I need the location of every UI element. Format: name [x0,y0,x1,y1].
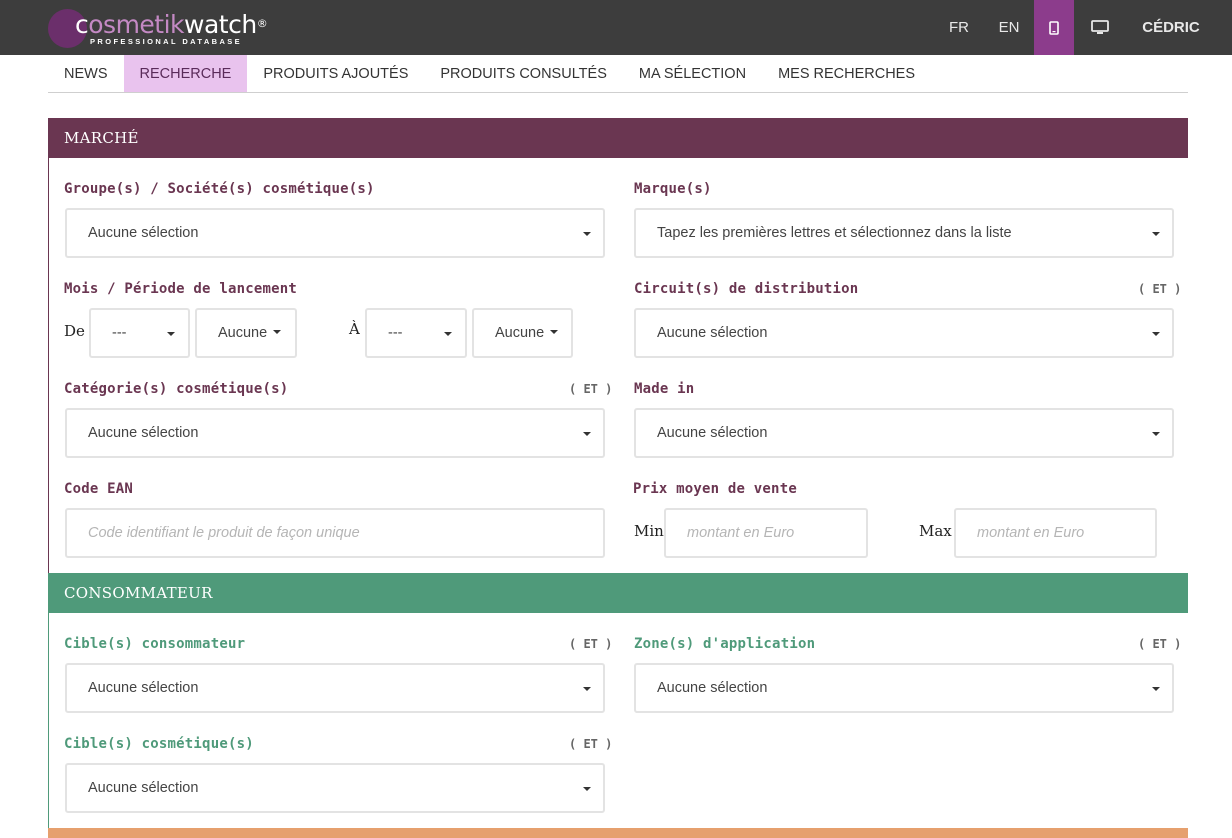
made-in-label: Made in [634,381,695,397]
year-to-value: Aucune [495,325,545,341]
marche-section: MARCHÉ Groupe(s) / Société(s) cosmétique… [48,118,1188,573]
year-from-value: Aucune [218,325,268,341]
month-from-value: --- [112,325,127,341]
cibles-consommateur-select[interactable]: Aucune sélection [65,663,605,713]
month-to-select[interactable]: --- [365,308,467,358]
chevron-down-icon [1152,432,1160,436]
groupes-value: Aucune sélection [88,225,199,241]
zones-application-select[interactable]: Aucune sélection [634,663,1174,713]
consommateur-section: CONSOMMATEUR Cible(s) consommateur ( ET … [48,573,1188,830]
ean-input[interactable]: Code identifiant le produit de façon uni… [65,508,605,558]
zones-application-value: Aucune sélection [657,680,768,696]
chevron-down-icon [167,332,175,336]
logo-tagline: PROFESSIONAL DATABASE [90,37,243,46]
ean-label: Code EAN [64,481,134,497]
made-in-select[interactable]: Aucune sélection [634,408,1174,458]
chevron-down-icon [273,330,281,334]
chevron-down-icon [583,787,591,791]
cibles-cosmetiques-et-note: ( ET ) [569,737,613,751]
zones-application-et-note: ( ET ) [1138,637,1182,651]
mobile-view-button[interactable] [1034,0,1074,55]
consommateur-header: CONSOMMATEUR [48,573,1188,613]
month-from-select[interactable]: --- [89,308,190,358]
consommateur-body: Cible(s) consommateur ( ET ) Aucune séle… [48,613,1188,830]
lang-en-link[interactable]: EN [984,0,1034,55]
year-to-select[interactable]: Aucune [472,308,573,358]
circuits-label: Circuit(s) de distribution [634,281,859,297]
year-from-select[interactable]: Aucune [195,308,297,358]
circuits-value: Aucune sélection [657,325,768,341]
marques-label: Marque(s) [634,181,712,197]
prix-min-input[interactable]: montant en Euro [664,508,868,558]
groupes-select[interactable]: Aucune sélection [65,208,605,258]
cibles-consommateur-value: Aucune sélection [88,680,199,696]
month-to-value: --- [388,325,403,341]
groupes-label: Groupe(s) / Société(s) cosmétique(s) [64,181,375,197]
marques-value: Tapez les premières lettres et sélection… [657,225,1012,241]
lang-fr-link[interactable]: FR [934,0,984,55]
tab-mes-recherches[interactable]: MES RECHERCHES [762,55,931,92]
chevron-down-icon [1152,687,1160,691]
tab-recherche[interactable]: RECHERCHE [123,55,248,92]
periode-de-label: De [64,322,85,340]
top-bar: cosmetikwatch® PROFESSIONAL DATABASE FR … [0,0,1232,55]
zones-application-label: Zone(s) d'application [634,636,816,652]
prix-min-label: Min [634,522,664,540]
prix-max-input[interactable]: montant en Euro [954,508,1157,558]
categories-select[interactable]: Aucune sélection [65,408,605,458]
categories-label: Catégorie(s) cosmétique(s) [64,381,289,397]
prix-max-label: Max [919,522,952,540]
tab-ma-selection[interactable]: MA SÉLECTION [623,55,762,92]
circuits-et-note: ( ET ) [1138,282,1182,296]
categories-et-note: ( ET ) [569,382,613,396]
cibles-cosmetiques-value: Aucune sélection [88,780,199,796]
mobile-icon [1049,20,1059,35]
prix-label: Prix moyen de vente [633,481,797,497]
marques-select[interactable]: Tapez les premières lettres et sélection… [634,208,1174,258]
chevron-down-icon [583,232,591,236]
user-menu[interactable]: CÉDRIC [1126,0,1232,55]
next-section-header [48,828,1188,838]
tab-produits-ajoutes[interactable]: PRODUITS AJOUTÉS [247,55,424,92]
chevron-down-icon [583,432,591,436]
chevron-down-icon [583,687,591,691]
categories-value: Aucune sélection [88,425,199,441]
cibles-consommateur-et-note: ( ET ) [569,637,613,651]
periode-a-label: À [349,320,360,338]
marche-body: Groupe(s) / Société(s) cosmétique(s) Auc… [48,158,1188,573]
main-tabs: NEWS RECHERCHE PRODUITS AJOUTÉS PRODUITS… [48,55,1188,93]
made-in-value: Aucune sélection [657,425,768,441]
cibles-cosmetiques-select[interactable]: Aucune sélection [65,763,605,813]
top-nav: FR EN CÉDRIC [934,0,1232,55]
marche-header: MARCHÉ [48,118,1188,158]
tab-news[interactable]: NEWS [48,55,124,92]
chevron-down-icon [1152,332,1160,336]
logo-wordmark: cosmetikwatch® [75,10,268,39]
tab-produits-consultes[interactable]: PRODUITS CONSULTÉS [424,55,623,92]
chevron-down-icon [550,330,558,334]
desktop-view-button[interactable] [1074,0,1126,55]
desktop-icon [1091,20,1109,34]
cibles-cosmetiques-label: Cible(s) cosmétique(s) [64,736,254,752]
cibles-consommateur-label: Cible(s) consommateur [64,636,246,652]
circuits-select[interactable]: Aucune sélection [634,308,1174,358]
cosmetikwatch-logo[interactable]: cosmetikwatch® PROFESSIONAL DATABASE [48,8,268,48]
chevron-down-icon [444,332,452,336]
chevron-down-icon [1152,232,1160,236]
periode-label: Mois / Période de lancement [64,281,297,297]
